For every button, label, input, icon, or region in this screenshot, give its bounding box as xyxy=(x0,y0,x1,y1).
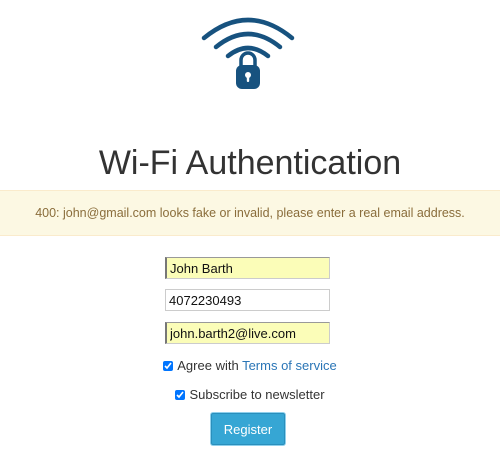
terms-row: Agree with Terms of service xyxy=(0,358,500,374)
newsletter-row: Subscribe to newsletter xyxy=(0,387,500,403)
register-button[interactable]: Register xyxy=(211,413,285,445)
email-field[interactable] xyxy=(165,322,330,344)
terms-checkbox[interactable] xyxy=(163,361,174,371)
captive-portal-page: Wi-Fi Authentication 400: john@gmail.com… xyxy=(0,0,500,464)
terms-of-service-link[interactable]: Terms of service xyxy=(242,358,337,373)
newsletter-checkbox[interactable] xyxy=(175,390,186,400)
wifi-lock-icon xyxy=(200,10,296,92)
page-title: Wi-Fi Authentication xyxy=(98,144,402,182)
terms-label: Agree with xyxy=(177,358,239,373)
error-alert-text: 400: john@gmail.com looks fake or invali… xyxy=(35,206,465,220)
name-field[interactable] xyxy=(165,257,330,279)
phone-field[interactable] xyxy=(165,289,330,311)
error-alert: 400: john@gmail.com looks fake or invali… xyxy=(0,190,500,236)
newsletter-label: Subscribe to newsletter xyxy=(189,387,325,402)
